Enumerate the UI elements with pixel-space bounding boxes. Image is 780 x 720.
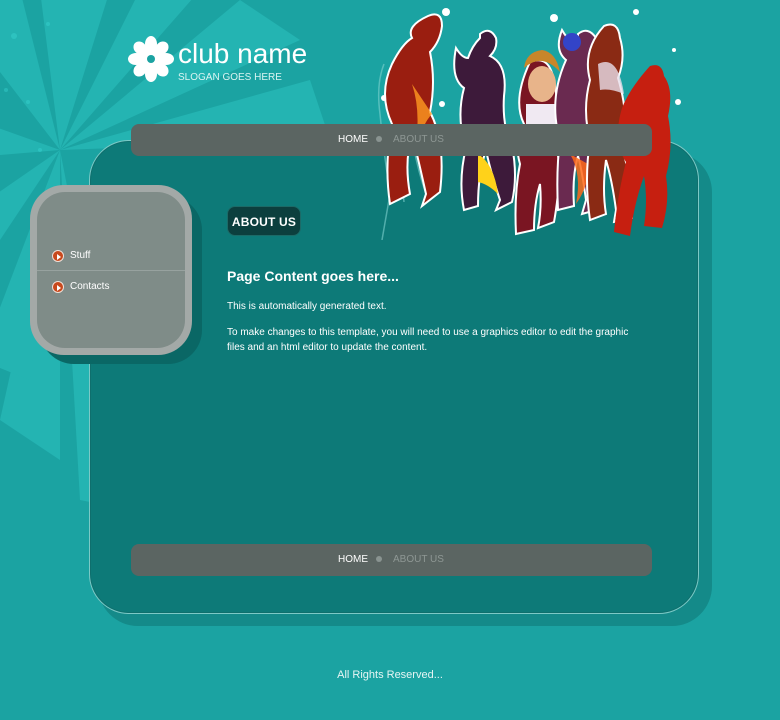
nav-home-link[interactable]: HOME	[338, 134, 368, 145]
section-badge: ABOUT US	[227, 206, 301, 236]
arrow-bullet-icon	[52, 281, 64, 293]
nav-separator-dot	[376, 556, 382, 562]
sidebar-item-label: Stuff	[70, 250, 91, 261]
top-navigation-bar: HOME ABOUT US	[131, 124, 652, 156]
nav-about-us-link[interactable]: ABOUT US	[393, 134, 444, 145]
club-name-title: club name	[178, 38, 308, 69]
content-paragraph-1: This is automatically generated text.	[227, 301, 387, 312]
sidebar-item-label: Contacts	[70, 281, 110, 292]
nav-about-us-link[interactable]: ABOUT US	[393, 554, 444, 565]
nav-separator-dot	[376, 136, 382, 142]
sidebar-divider	[37, 270, 185, 271]
page-title: Page Content goes here...	[227, 268, 399, 284]
footer-copyright: All Rights Reserved...	[337, 669, 443, 681]
section-badge-label: ABOUT US	[231, 215, 297, 229]
arrow-bullet-icon	[52, 250, 64, 262]
slogan-text: SLOGAN GOES HERE	[178, 72, 282, 83]
nav-home-link[interactable]: HOME	[338, 554, 368, 565]
bottom-navigation-bar: HOME ABOUT US	[131, 544, 652, 576]
flower-icon	[128, 36, 174, 82]
dancers-illustration	[377, 8, 681, 240]
content-paragraph-2: To make changes to this template, you wi…	[227, 327, 629, 353]
